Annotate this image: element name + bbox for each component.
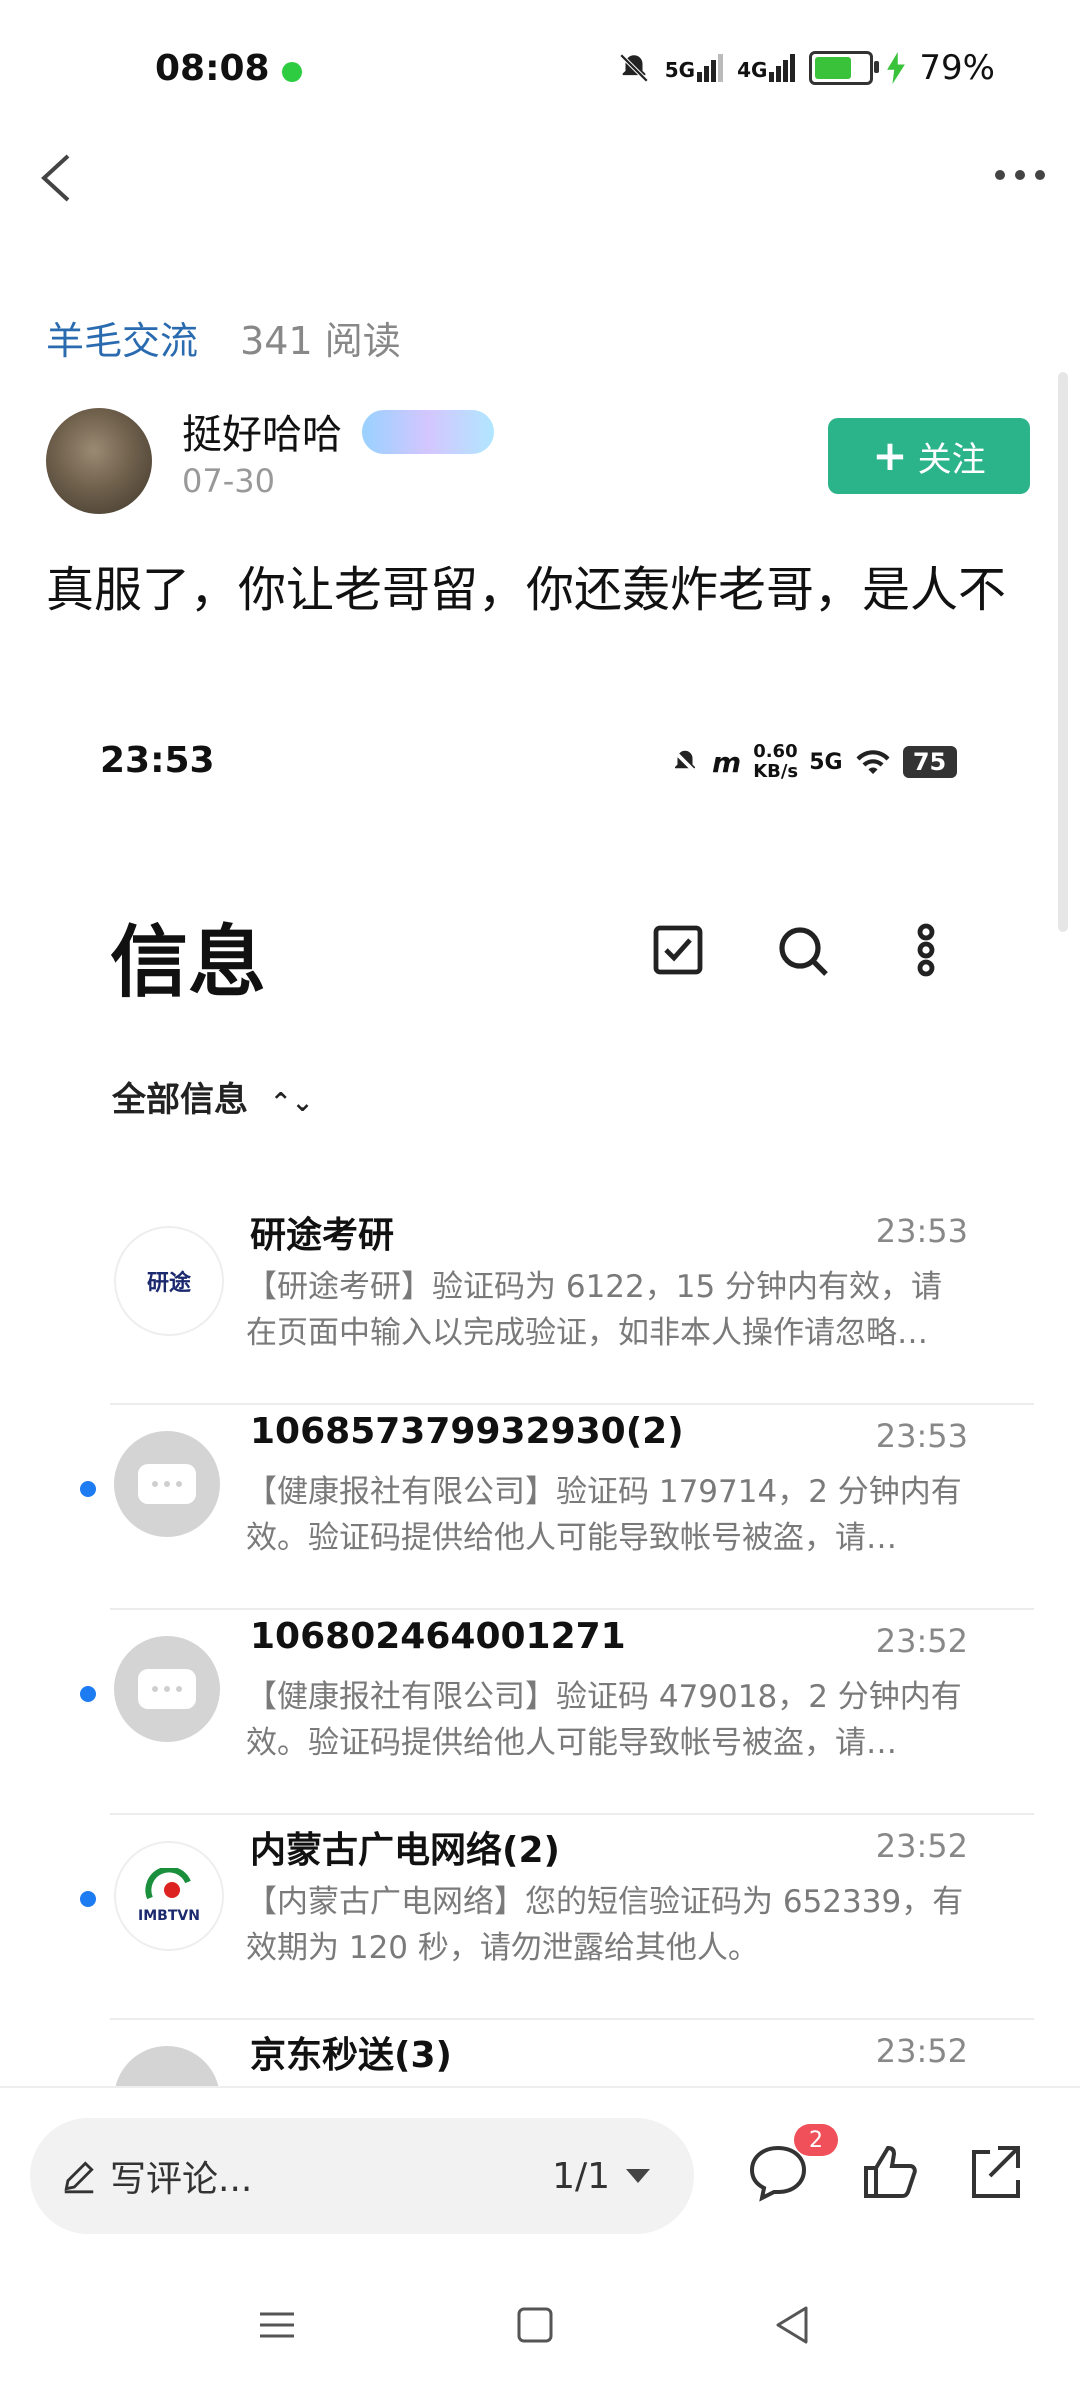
message-item[interactable]: 106802464001271 23:52 【健康报社有限公司】验证码 4790… [80,1610,1034,1815]
follow-label: 关注 [917,439,986,480]
charging-icon [887,52,906,84]
yantu-logo-icon: 研途 [114,1226,224,1336]
user-badge [362,410,494,454]
message-time: 23:53 [875,1212,968,1250]
post-content: 真服了，你让老哥留，你还轰炸老哥，是人不 [46,562,1007,618]
message-preview: 【研途考研】验证码为 6122，15 分钟内有效，请在页面中输入以完成验证，如非… [246,1269,943,1351]
net-speed: 0.60 KB/s [753,741,799,782]
menu-nav-icon[interactable] [252,2300,302,2350]
page-selector[interactable]: 1/1 [552,2156,650,2197]
message-preview: 【健康报社有限公司】验证码 179714，2 分钟内有效。验证码提供给他人可能导… [246,1474,962,1556]
signal-5g-icon: 5G [665,54,724,82]
search-icon[interactable] [774,922,830,978]
home-nav-icon[interactable] [510,2300,560,2350]
signal-4g-icon: 4G [737,54,796,82]
message-sender: 京东秒送(3) [250,2035,452,2076]
message-sender: 研途考研 [250,1215,395,1256]
message-sender: 内蒙古广电网络(2) [250,1830,560,1871]
share-icon[interactable] [962,2140,1026,2204]
message-preview: 【内蒙古广电网络】您的短信验证码为 652339，有效期为 120 秒，请勿泄露… [246,1884,964,1966]
message-time: 23:52 [875,1827,968,1865]
message-avatar-icon [114,1431,220,1537]
wifi-icon [856,750,890,774]
back-nav-icon[interactable] [768,2300,818,2350]
comment-placeholder: 写评论... [60,2150,252,2202]
embedded-network: 5G [809,749,843,775]
post-date: 07-30 [182,462,275,500]
status-icons: 5G 4G 79% [617,48,995,88]
battery-percent: 79% [919,48,995,88]
pencil-icon [64,2161,94,2194]
scrollbar[interactable] [1058,372,1068,932]
more-options-icon[interactable] [990,160,1050,190]
dropdown-triangle-icon [626,2169,650,2183]
message-time: 23:52 [875,1622,968,1660]
author-name[interactable]: 挺好哈哈 [182,402,342,460]
filter-label: 全部信息 [112,1080,248,1120]
message-time: 23:53 [875,1417,968,1455]
carrier-icon: m [712,745,742,779]
message-avatar-icon [114,2046,220,2090]
wechat-notification-icon [282,62,302,82]
mute-icon [672,749,698,775]
comment-input[interactable]: 写评论... 1/1 [30,2118,694,2234]
follow-button[interactable]: + 关注 [828,418,1030,494]
overflow-menu-icon[interactable] [898,922,954,978]
back-icon[interactable] [28,148,88,208]
embedded-status-icons: m 0.60 KB/s 5G 75 [670,742,957,782]
message-list: 研途 研途考研 23:53 【研途考研】验证码为 6122，15 分钟内有效，请… [80,1200,1034,2090]
unread-dot [80,1686,96,1702]
message-item[interactable]: 106857379932930(2) 23:53 【健康报社有限公司】验证码 1… [80,1405,1034,1610]
embedded-status-time: 23:53 [100,740,215,781]
mute-icon [619,53,648,83]
messages-toolbar [650,922,954,978]
comment-count-badge: 2 [794,2124,838,2156]
messages-title: 信息 [110,918,267,1008]
unread-dot [80,1891,96,1907]
message-preview: 【健康报社有限公司】验证码 479018，2 分钟内有效。验证码提供给他人可能导… [246,1679,962,1761]
topic-tag[interactable]: 羊毛交流 [46,319,198,363]
status-time: 08:08 [155,48,270,89]
topic-line: 羊毛交流 341 阅读 [46,310,401,365]
like-icon[interactable] [858,2140,922,2204]
select-checkbox-icon[interactable] [650,922,706,978]
unread-dot [80,1481,96,1497]
bottom-divider-line [0,2086,1080,2088]
page-indicator: 1/1 [552,2155,610,2197]
message-sender: 106802464001271 [250,1616,626,1657]
message-avatar-icon [114,1636,220,1742]
plus-icon: + [872,431,908,480]
embedded-battery: 75 [902,746,957,778]
message-item[interactable]: IMBTVN 内蒙古广电网络(2) 23:52 【内蒙古广电网络】您的短信验证码… [80,1815,1034,2020]
message-item[interactable]: 研途 研途考研 23:53 【研途考研】验证码为 6122，15 分钟内有效，请… [110,1200,1034,1405]
battery-icon [809,51,880,85]
imbtvn-logo-icon: IMBTVN [114,1841,224,1951]
author-avatar[interactable] [46,408,152,514]
message-filter[interactable]: 全部信息 ⌃⌄ [112,1072,313,1121]
read-count: 341 阅读 [240,319,401,363]
sort-chevron-icon: ⌃⌄ [269,1088,314,1118]
message-time: 23:52 [875,2032,968,2070]
message-sender: 106857379932930(2) [250,1411,684,1452]
message-item[interactable]: 京东秒送(3) 23:52 [110,2020,1034,2090]
